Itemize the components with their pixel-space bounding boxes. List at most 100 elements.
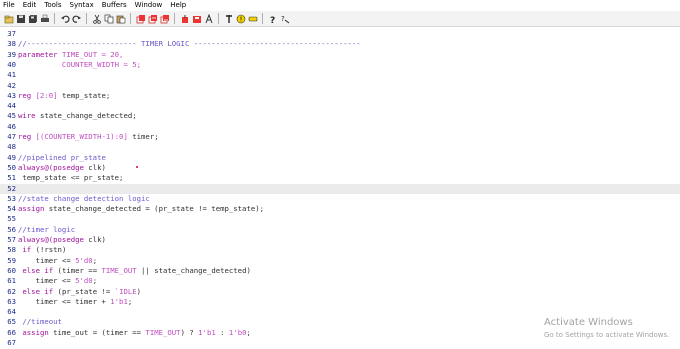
run-script-icon[interactable] (203, 13, 214, 24)
toolbar-separator (218, 13, 219, 24)
code-line[interactable]: 63 timer <= timer + 1'b1; (0, 297, 680, 307)
find-icon[interactable] (135, 13, 146, 24)
undo-icon[interactable] (59, 13, 70, 24)
code-token-comment: //pipelined pr_state (18, 152, 106, 162)
code-line[interactable]: 54 assign state_change_detected = (pr_sta… (0, 204, 680, 214)
open-file-icon[interactable] (3, 13, 14, 24)
code-line[interactable]: 59 timer <= 5'd0; (0, 256, 680, 266)
menu-help[interactable]: Help (170, 0, 186, 11)
shell-icon[interactable]: ! (235, 13, 246, 24)
tags-icon[interactable] (247, 13, 258, 24)
line-number: 54 (7, 204, 16, 214)
code-text: wire state_change_detected; (18, 111, 137, 121)
code-token-ident: time_out = (timer == (48, 327, 146, 337)
line-number: 56 (7, 224, 16, 234)
menu-syntax[interactable]: Syntax (70, 0, 94, 11)
code-token-comment: //timeout (18, 317, 62, 327)
code-line[interactable]: 37 (0, 29, 680, 39)
code-line[interactable]: 58 if (!rstn) (0, 245, 680, 255)
line-number: 63 (7, 296, 16, 306)
line-number: 47 (7, 132, 16, 141)
code-line[interactable]: 53//state change detection logic (0, 194, 680, 204)
code-token-ident: clk) (83, 235, 106, 244)
find-help-icon[interactable]: ? (279, 13, 290, 24)
code-token-kw: reg (18, 90, 32, 100)
code-text: //timer logic (18, 225, 75, 235)
line-number: 45 (7, 111, 16, 121)
code-line[interactable]: 45 wire state_change_detected; (0, 111, 680, 121)
code-line[interactable]: 62 else if (pr_state != `IDLE) (0, 287, 680, 297)
code-line[interactable]: 55 (0, 214, 680, 224)
save-session-icon[interactable] (191, 13, 202, 24)
line-number: 59 (7, 255, 16, 265)
line-number: 46 (7, 121, 16, 131)
redo-icon[interactable] (71, 13, 82, 24)
make-icon[interactable] (223, 13, 234, 24)
menu-file[interactable]: File (3, 0, 15, 11)
code-line[interactable]: 39 parameter TIME_OUT = 20, (0, 50, 680, 60)
line-number: 42 (7, 80, 16, 90)
svg-text:?: ? (270, 16, 275, 24)
code-line[interactable]: 57 always@(posedge clk) (0, 235, 680, 245)
code-editor[interactable]: 37 38//------------------------- TIMER LO… (0, 27, 680, 349)
find-next-icon[interactable] (147, 13, 158, 24)
toolbar-separator (262, 13, 263, 24)
code-line[interactable]: 40 COUNTER_WIDTH = 5; (0, 60, 680, 70)
code-text: if (!rstn) (18, 245, 66, 255)
code-token-kw: always@(posedge (18, 162, 84, 172)
code-token-num: TIME_OUT (101, 265, 137, 275)
code-token-comment: //state change detection logic (18, 193, 150, 203)
menu-tools[interactable]: Tools (44, 0, 61, 11)
code-line[interactable]: 61 timer <= 5'd0; (0, 276, 680, 286)
line-number: 37 (7, 29, 16, 38)
code-line[interactable]: 42 (0, 81, 680, 91)
code-line[interactable]: 38//------------------------- TIMER LOGI… (0, 39, 680, 49)
code-line[interactable]: 44 (0, 101, 680, 111)
code-token-ident: ) (136, 286, 142, 296)
code-line[interactable]: 41 (0, 70, 680, 80)
line-number: 53 (7, 193, 16, 203)
help-icon[interactable]: ? (267, 13, 278, 24)
load-session-icon[interactable] (179, 13, 190, 24)
paste-icon[interactable] (115, 13, 126, 24)
code-text: reg [(COUNTER_WIDTH-1):0] timer; (18, 132, 159, 142)
svg-text:?: ? (281, 15, 285, 23)
code-token-kw: if (18, 245, 32, 255)
code-text: //------------------------- TIMER LOGIC … (18, 39, 361, 49)
code-token-kw: parameter (18, 49, 58, 59)
code-line[interactable]: 64 (0, 307, 680, 317)
code-line[interactable]: 48 (0, 142, 680, 152)
code-line[interactable]: 60 else if (timer == TIME_OUT || state_c… (0, 266, 680, 276)
code-line[interactable]: 51 temp_state <= pr_state; (0, 173, 680, 183)
code-token-num: [(COUNTER_WIDTH-1):0] (31, 132, 128, 141)
code-line[interactable]: 46 (0, 122, 680, 132)
code-line[interactable]: 56//timer logic (0, 225, 680, 235)
copy-icon[interactable] (103, 13, 114, 24)
code-token-num: `IDLE (114, 286, 137, 296)
code-line[interactable]: 50 always@(posedge clk) (0, 163, 680, 173)
code-token-ident: ; (92, 255, 98, 265)
code-token-kw: always@(posedge (18, 235, 84, 244)
code-line[interactable]: 47 reg [(COUNTER_WIDTH-1):0] timer; (0, 132, 680, 142)
save-icon[interactable] (15, 13, 26, 24)
code-token-ident: timer <= timer + (18, 296, 111, 306)
code-token-ident: (timer == (53, 265, 102, 275)
code-text: timer <= 5'd0; (18, 255, 98, 266)
print-icon[interactable] (39, 13, 50, 24)
code-text: //timeout (18, 317, 62, 327)
menu-window[interactable]: Window (135, 0, 163, 11)
code-text: temp_state <= pr_state; (18, 173, 123, 183)
current-code-line[interactable]: 52 (0, 183, 680, 194)
code-line[interactable]: 49//pipelined pr_state (0, 153, 680, 163)
save-all-icon[interactable] (27, 13, 38, 24)
code-token-ident: (pr_state != (53, 286, 115, 296)
code-token-num: 5'd0 (75, 255, 93, 265)
find-prev-icon[interactable] (159, 13, 170, 24)
menu-buffers[interactable]: Buffers (102, 0, 127, 11)
code-line[interactable]: 43 reg [2:0] temp_state; (0, 91, 680, 101)
line-number: 49 (7, 152, 16, 162)
cut-icon[interactable] (91, 13, 102, 24)
code-token-ident: ) ? (180, 327, 199, 337)
code-token-ident: ; (127, 296, 133, 306)
menu-edit[interactable]: Edit (23, 0, 37, 11)
